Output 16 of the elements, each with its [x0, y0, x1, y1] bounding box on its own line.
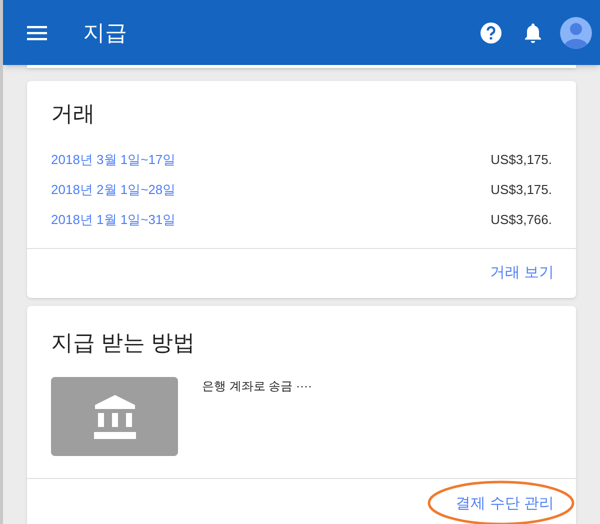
amount: US$3,175.	[490, 181, 552, 199]
card-title: 지급 받는 방법	[50, 329, 196, 357]
help-icon[interactable]	[480, 22, 502, 44]
period-link[interactable]: 2018년 3월 1일~17일	[51, 150, 176, 170]
app-title: 지급	[83, 19, 127, 47]
notification-bell-icon[interactable]	[524, 22, 542, 44]
menu-icon[interactable]	[27, 24, 47, 40]
bank-icon	[94, 394, 136, 438]
amount: US$3,766.	[490, 211, 552, 229]
payment-description: 은행 계좌로 송금 ····	[202, 378, 312, 395]
period-link[interactable]: 2018년 2월 1일~28일	[51, 180, 176, 200]
card-title: 거래	[50, 100, 96, 128]
amount: US$3,175.	[490, 151, 552, 169]
avatar-icon[interactable]	[560, 16, 592, 48]
period-link[interactable]: 2018년 1월 1일~31일	[51, 210, 176, 230]
view-transactions-link[interactable]: 거래 보기	[490, 262, 554, 285]
